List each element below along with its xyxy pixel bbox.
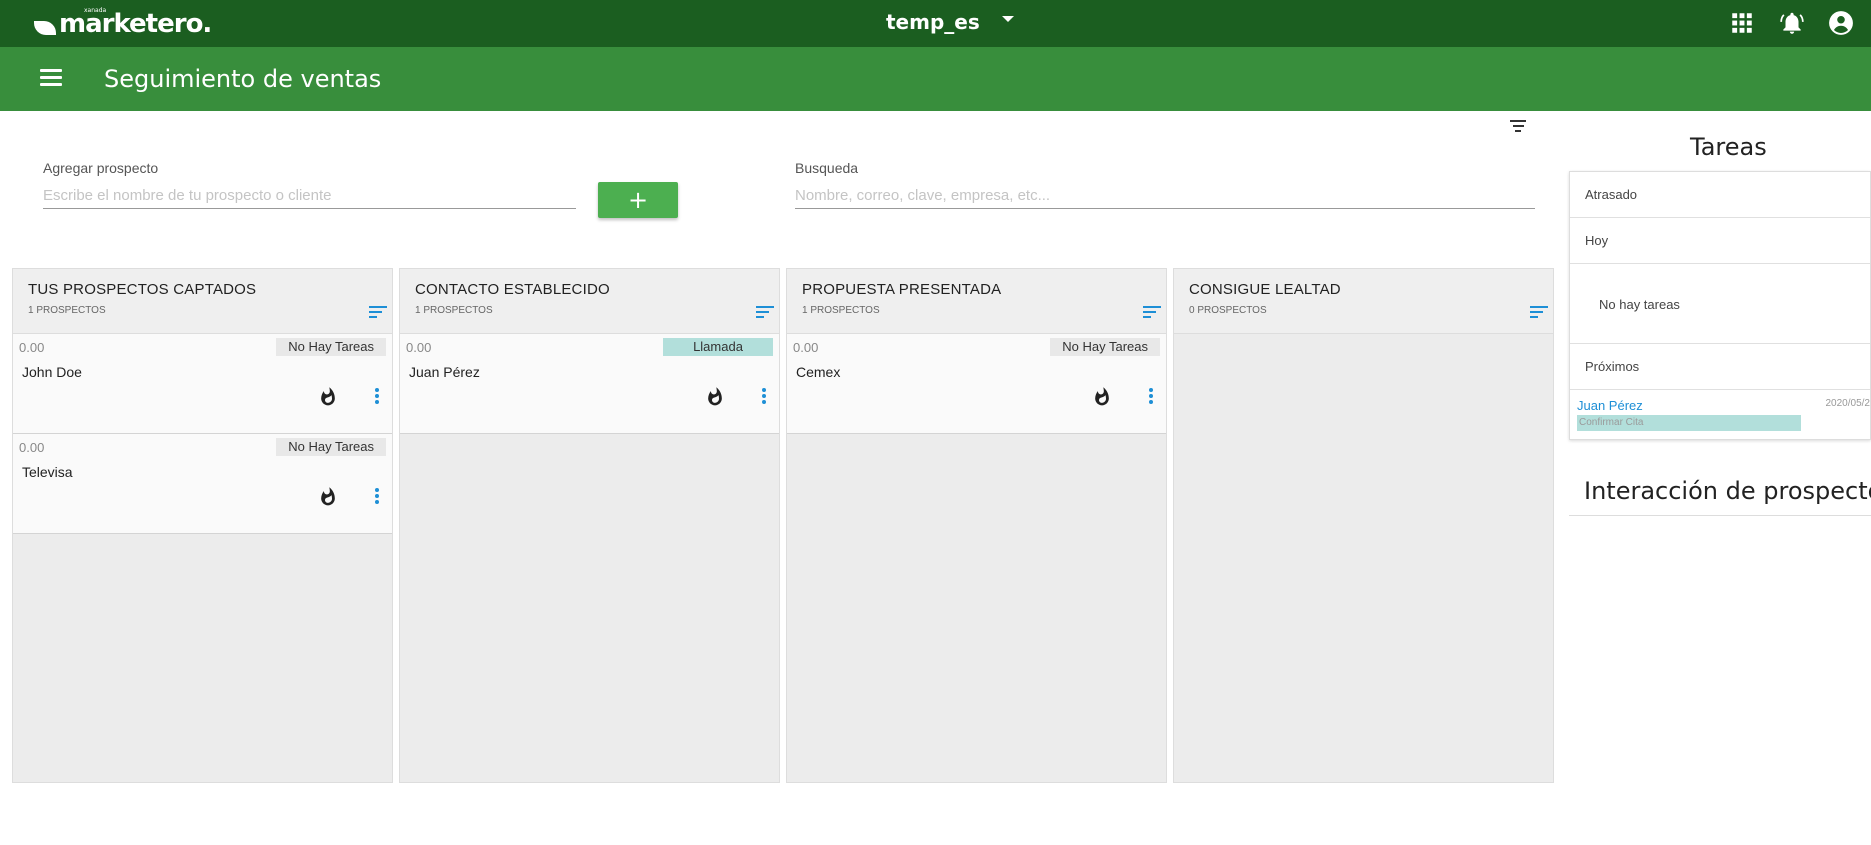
more-vert-icon[interactable] bbox=[374, 388, 380, 406]
card-amount: 0.00 bbox=[406, 340, 432, 355]
tasks-title: Tareas bbox=[1690, 133, 1767, 161]
sort-icon[interactable] bbox=[1143, 306, 1161, 320]
task-label: Confirmar Cita bbox=[1577, 415, 1801, 431]
pipeline-column-lealtad: CONSIGUE LEALTAD 0 PROSPECTOS bbox=[1173, 268, 1554, 783]
upcoming-task-item[interactable]: Juan Pérez 2020/05/2 Confirmar Cita bbox=[1570, 390, 1870, 440]
fire-icon[interactable] bbox=[318, 385, 338, 407]
task-badge: No Hay Tareas bbox=[276, 438, 386, 456]
tasks-empty-text: No hay tareas bbox=[1570, 264, 1870, 344]
column-title: CONTACTO ESTABLECIDO bbox=[415, 281, 610, 298]
prospect-card[interactable]: 0.00 No Hay Tareas Televisa bbox=[13, 434, 392, 534]
search-input[interactable] bbox=[795, 183, 1535, 209]
prospect-card[interactable]: 0.00 No Hay Tareas Cemex bbox=[787, 334, 1166, 434]
account-selector[interactable]: temp_es bbox=[886, 10, 1014, 34]
divider bbox=[1569, 515, 1871, 516]
column-title: PROPUESTA PRESENTADA bbox=[802, 281, 1002, 298]
task-badge: No Hay Tareas bbox=[1050, 338, 1160, 356]
tasks-panel: Atrasado Hoy No hay tareas Próximos Juan… bbox=[1569, 171, 1871, 440]
card-amount: 0.00 bbox=[19, 340, 45, 355]
card-amount: 0.00 bbox=[793, 340, 819, 355]
fire-icon[interactable] bbox=[318, 485, 338, 507]
logo-leaf-icon bbox=[34, 21, 56, 35]
column-count: 1 PROSPECTOS bbox=[415, 305, 493, 316]
page-title: Seguimiento de ventas bbox=[104, 65, 382, 93]
column-header: CONTACTO ESTABLECIDO 1 PROSPECTOS bbox=[400, 269, 779, 334]
apps-grid-icon[interactable] bbox=[1729, 10, 1755, 36]
logo-small-text: xanada bbox=[84, 7, 107, 14]
account-name: temp_es bbox=[886, 10, 980, 34]
more-vert-icon[interactable] bbox=[761, 388, 767, 406]
add-prospect-input[interactable] bbox=[43, 183, 576, 209]
account-circle-icon[interactable] bbox=[1828, 10, 1854, 36]
column-count: 1 PROSPECTOS bbox=[28, 305, 106, 316]
add-prospect-button[interactable]: + bbox=[598, 182, 678, 218]
logo-text: xanada marketero. bbox=[59, 7, 212, 39]
filter-icon[interactable] bbox=[1510, 120, 1526, 134]
column-header: CONSIGUE LEALTAD 0 PROSPECTOS bbox=[1174, 269, 1553, 334]
pipeline-column-contacto: CONTACTO ESTABLECIDO 1 PROSPECTOS 0.00 L… bbox=[399, 268, 780, 783]
fire-icon[interactable] bbox=[1092, 385, 1112, 407]
task-badge: No Hay Tareas bbox=[276, 338, 386, 356]
hamburger-menu-icon[interactable] bbox=[40, 69, 62, 87]
card-prospect-name: Juan Pérez bbox=[409, 364, 480, 380]
prospect-card[interactable]: 0.00 No Hay Tareas John Doe bbox=[13, 334, 392, 434]
pipeline-column-captados: TUS PROSPECTOS CAPTADOS 1 PROSPECTOS 0.0… bbox=[12, 268, 393, 783]
column-header: TUS PROSPECTOS CAPTADOS 1 PROSPECTOS bbox=[13, 269, 392, 334]
notification-bell-icon[interactable] bbox=[1779, 10, 1805, 36]
more-vert-icon[interactable] bbox=[374, 488, 380, 506]
logo-wordmark: marketero. bbox=[59, 9, 212, 39]
fire-icon[interactable] bbox=[705, 385, 725, 407]
interaction-title: Interacción de prospectos bbox=[1584, 477, 1871, 505]
more-vert-icon[interactable] bbox=[1148, 388, 1154, 406]
task-contact-link[interactable]: Juan Pérez bbox=[1577, 398, 1863, 413]
tasks-today-section[interactable]: Hoy bbox=[1570, 218, 1870, 264]
marketero-logo[interactable]: xanada marketero. bbox=[34, 7, 212, 39]
card-prospect-name: Televisa bbox=[22, 464, 73, 480]
card-prospect-name: Cemex bbox=[796, 364, 841, 380]
sort-icon[interactable] bbox=[369, 306, 387, 320]
sort-icon[interactable] bbox=[1530, 306, 1548, 320]
card-prospect-name: John Doe bbox=[22, 364, 82, 380]
task-date: 2020/05/2 bbox=[1825, 398, 1871, 409]
column-count: 1 PROSPECTOS bbox=[802, 305, 880, 316]
app-bar: Seguimiento de ventas bbox=[0, 47, 1871, 111]
top-bar: xanada marketero. temp_es bbox=[0, 0, 1871, 47]
search-label: Busqueda bbox=[795, 160, 859, 176]
tasks-overdue-section[interactable]: Atrasado bbox=[1570, 172, 1870, 218]
column-count: 0 PROSPECTOS bbox=[1189, 305, 1267, 316]
column-title: CONSIGUE LEALTAD bbox=[1189, 281, 1341, 298]
add-prospect-label: Agregar prospecto bbox=[43, 160, 159, 176]
task-badge: Llamada bbox=[663, 338, 773, 356]
chevron-down-icon bbox=[1001, 16, 1014, 22]
column-title: TUS PROSPECTOS CAPTADOS bbox=[28, 281, 257, 298]
tasks-upcoming-section[interactable]: Próximos bbox=[1570, 344, 1870, 390]
prospect-card[interactable]: 0.00 Llamada Juan Pérez bbox=[400, 334, 779, 434]
sort-icon[interactable] bbox=[756, 306, 774, 320]
column-header: PROPUESTA PRESENTADA 1 PROSPECTOS bbox=[787, 269, 1166, 334]
card-amount: 0.00 bbox=[19, 440, 45, 455]
pipeline-column-propuesta: PROPUESTA PRESENTADA 1 PROSPECTOS 0.00 N… bbox=[786, 268, 1167, 783]
